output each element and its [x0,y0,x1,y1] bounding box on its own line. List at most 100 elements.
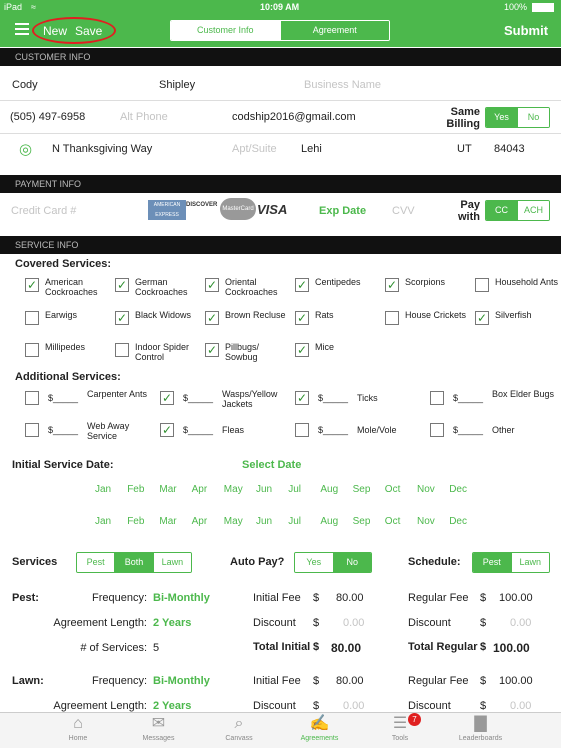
state-field[interactable]: UT [457,143,472,155]
tab-tools[interactable]: ☰ Tools 7 [360,713,440,742]
additional-checkbox[interactable]: ✓ [160,391,174,405]
locate-icon[interactable]: ◎ [19,140,32,158]
street-field[interactable]: N Thanksgiving Way [52,143,152,155]
month-option[interactable]: Nov [417,484,435,495]
month-option[interactable]: Aug [320,484,338,495]
cvv-field[interactable]: CVV [392,205,415,217]
email-field[interactable]: codship2016@gmail.com [232,111,356,123]
additional-price-field[interactable]: $_____ [183,425,213,435]
additional-checkbox[interactable] [25,391,39,405]
tab-home[interactable]: ⌂ Home [38,715,118,742]
lawn-frequency-value[interactable]: Bi-Monthly [153,675,210,687]
month-option[interactable]: Jul [288,516,301,527]
apt-field[interactable]: Apt/Suite [232,143,277,155]
month-option[interactable]: Oct [385,484,401,495]
same-billing-yes[interactable]: Yes [486,108,517,127]
month-option[interactable]: Dec [449,516,467,527]
month-option[interactable]: Feb [127,516,144,527]
covered-checkbox[interactable]: ✓ [205,311,219,325]
additional-price-field[interactable]: $_____ [48,393,78,403]
month-option[interactable]: Aug [320,516,338,527]
menu-icon[interactable] [15,23,29,35]
additional-price-field[interactable]: $_____ [183,393,213,403]
additional-checkbox[interactable] [295,423,309,437]
select-date-button[interactable]: Select Date [242,459,301,471]
covered-checkbox[interactable] [385,311,399,325]
tab-customer-info[interactable]: Customer Info [171,21,280,40]
month-option[interactable]: Apr [192,484,208,495]
covered-checkbox[interactable]: ✓ [205,343,219,357]
alt-phone-field[interactable]: Alt Phone [120,111,168,123]
phone-field[interactable]: (505) 497-6958 [10,111,85,123]
services-both[interactable]: Both [114,553,153,572]
covered-checkbox[interactable]: ✓ [205,278,219,292]
covered-checkbox[interactable]: ✓ [295,343,309,357]
tab-canvass[interactable]: ⌕ Canvass [199,715,279,742]
covered-checkbox[interactable]: ✓ [115,311,129,325]
pest-frequency-value[interactable]: Bi-Monthly [153,592,210,604]
tab-agreement[interactable]: Agreement [279,21,389,40]
covered-checkbox[interactable] [25,311,39,325]
save-button[interactable]: Save [75,24,102,38]
pay-cc[interactable]: CC [486,201,517,220]
covered-checkbox[interactable]: ✓ [115,278,129,292]
month-option[interactable]: Jun [256,516,272,527]
autopay-no[interactable]: No [332,553,371,572]
new-button[interactable]: New [43,24,67,38]
services-lawn[interactable]: Lawn [152,553,191,572]
credit-card-field[interactable]: Credit Card # [11,205,76,217]
month-option[interactable]: Feb [127,484,144,495]
additional-price-field[interactable]: $_____ [453,425,483,435]
additional-checkbox[interactable] [25,423,39,437]
covered-checkbox[interactable]: ✓ [25,278,39,292]
additional-checkbox[interactable]: ✓ [160,423,174,437]
month-option[interactable]: Sep [353,516,371,527]
lawn-regular-discount-value[interactable]: 0.00 [510,700,531,712]
additional-checkbox[interactable] [430,391,444,405]
month-option[interactable]: Nov [417,516,435,527]
zip-field[interactable]: 84043 [494,143,525,155]
month-option[interactable]: Jan [95,516,111,527]
month-option[interactable]: Jul [288,484,301,495]
covered-checkbox[interactable]: ✓ [475,311,489,325]
lawn-discount-value[interactable]: 0.00 [343,700,364,712]
schedule-lawn[interactable]: Lawn [510,553,549,572]
month-option[interactable]: Mar [159,516,176,527]
tab-messages[interactable]: ✉ Messages [119,715,199,742]
exp-date-field[interactable]: Exp Date [319,205,366,217]
tab-agreements[interactable]: ✍ Agreements [280,715,360,742]
month-option[interactable]: Oct [385,516,401,527]
lawn-initial-fee-value[interactable]: 80.00 [336,675,364,687]
tab-leaderboards[interactable]: ▇ Leaderboards [441,715,521,742]
pest-initial-fee-value[interactable]: 80.00 [336,592,364,604]
pest-regular-fee-value[interactable]: 100.00 [499,592,533,604]
additional-checkbox[interactable]: ✓ [295,391,309,405]
month-option[interactable]: Jan [95,484,111,495]
services-pest[interactable]: Pest [77,553,115,572]
month-option[interactable]: Mar [159,484,176,495]
first-name-field[interactable]: Cody [12,79,38,91]
business-name-field[interactable]: Business Name [304,79,381,91]
additional-price-field[interactable]: $_____ [48,425,78,435]
month-option[interactable]: Apr [192,516,208,527]
submit-button[interactable]: Submit [504,23,548,38]
last-name-field[interactable]: Shipley [159,79,195,91]
lawn-length-value[interactable]: 2 Years [153,700,191,712]
autopay-yes[interactable]: Yes [295,553,333,572]
month-option[interactable]: May [224,516,243,527]
schedule-pest[interactable]: Pest [473,553,511,572]
month-option[interactable]: Dec [449,484,467,495]
covered-checkbox[interactable]: ✓ [295,278,309,292]
additional-checkbox[interactable] [430,423,444,437]
covered-checkbox[interactable]: ✓ [385,278,399,292]
month-option[interactable]: Sep [353,484,371,495]
covered-checkbox[interactable] [475,278,489,292]
city-field[interactable]: Lehi [301,143,322,155]
lawn-regular-fee-value[interactable]: 100.00 [499,675,533,687]
covered-checkbox[interactable]: ✓ [295,311,309,325]
month-option[interactable]: May [224,484,243,495]
pest-length-value[interactable]: 2 Years [153,617,191,629]
additional-price-field[interactable]: $_____ [318,393,348,403]
pay-ach[interactable]: ACH [517,201,549,220]
covered-checkbox[interactable] [115,343,129,357]
